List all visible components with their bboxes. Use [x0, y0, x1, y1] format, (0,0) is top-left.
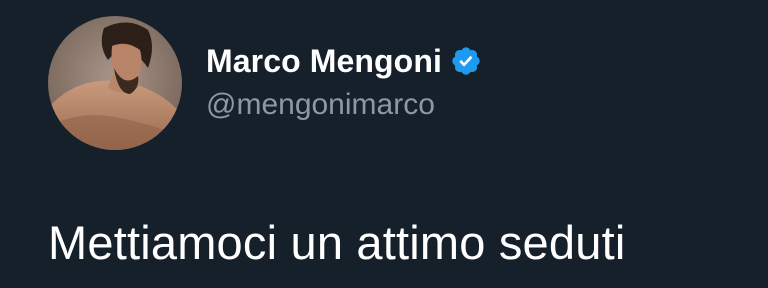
author-display-name[interactable]: Marco Mengoni	[206, 43, 442, 80]
verified-badge-icon	[450, 45, 482, 77]
profile-photo	[48, 16, 182, 150]
avatar[interactable]	[48, 16, 182, 150]
tweet-text: Mettiamoci un attimo seduti	[48, 216, 626, 269]
tweet-card: Marco Mengoni @mengonimarco Mettiamoci u…	[0, 0, 768, 288]
author-name-row: Marco Mengoni	[206, 40, 482, 82]
author-handle[interactable]: @mengonimarco	[206, 88, 435, 122]
